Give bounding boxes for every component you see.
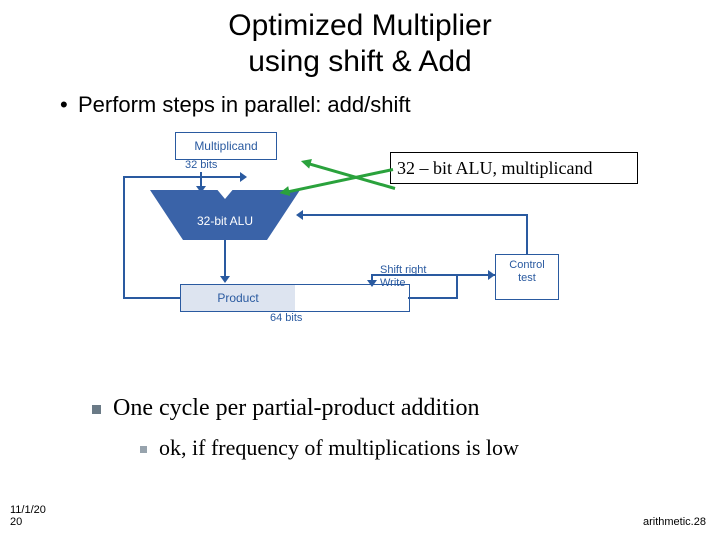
footer-date: 11/1/20 20 [10,504,46,528]
footer-page: 28 [694,516,706,528]
alu-block: 32-bit ALU [150,190,300,240]
multiplicand-box: Multiplicand [175,132,277,160]
arrowhead-ctrl-to-alu [296,210,303,220]
bullet-square-icon [140,446,147,453]
multiplier-diagram: Multiplicand 32 bits 32-bit ALU Product … [90,132,670,362]
alu-label: 32-bit ALU [150,190,300,240]
arrowhead-ctrl-to-prod [367,280,377,287]
bullet-sub1-text: One cycle per partial-product addition [113,395,480,421]
product-box: Product [180,284,410,312]
footer-right-text: arithmetic. [643,516,694,528]
line-feedback-h1 [123,297,180,299]
bullet-main: •Perform steps in parallel: add/shift [60,92,720,118]
arrowhead-alu-to-product [220,276,230,283]
arrowhead-feedback [240,172,247,182]
title-line2: using shift & Add [248,45,471,78]
slide: { "title_line1": "Optimized Multiplier",… [0,0,720,540]
bullet-sub2-text: ok, if frequency of multiplications is l… [159,435,519,460]
line-ctrl-up-h [302,214,528,216]
control-test-box: Control test [495,254,559,300]
bullet-dot: • [60,92,78,118]
signal-labels: Shift right Write [380,264,426,289]
bullet-main-text: Perform steps in parallel: add/shift [78,92,411,117]
write-label: Write [380,277,405,289]
bullet-square-icon [92,405,101,414]
shift-right-label: Shift right [380,264,426,276]
line-ctrl-up-v [526,214,528,254]
product-bits: 64 bits [270,312,302,324]
control-line2: test [518,272,536,284]
title-line1: Optimized Multiplier [228,9,491,42]
footer-date-line2: 20 [10,516,22,528]
footer-right: arithmetic.28 [643,516,706,528]
footer-date-line1: 11/1/20 [10,504,46,516]
line-lsb-h [408,297,458,299]
bullet-sub1: One cycle per partial-product addition [92,395,480,422]
callout-box: 32 – bit ALU, multiplicand [390,152,638,184]
line-feedback-h2 [123,176,244,178]
slide-title: Optimized Multiplier using shift & Add [0,0,720,80]
line-feedback-v [123,176,125,299]
bullet-sub2: ok, if frequency of multiplications is l… [140,435,519,461]
multiplicand-bits: 32 bits [185,159,217,171]
product-label: Product [181,285,295,311]
line-alu-to-product [224,240,226,280]
control-line1: Control [509,259,544,271]
line-lsb-v [456,274,458,299]
